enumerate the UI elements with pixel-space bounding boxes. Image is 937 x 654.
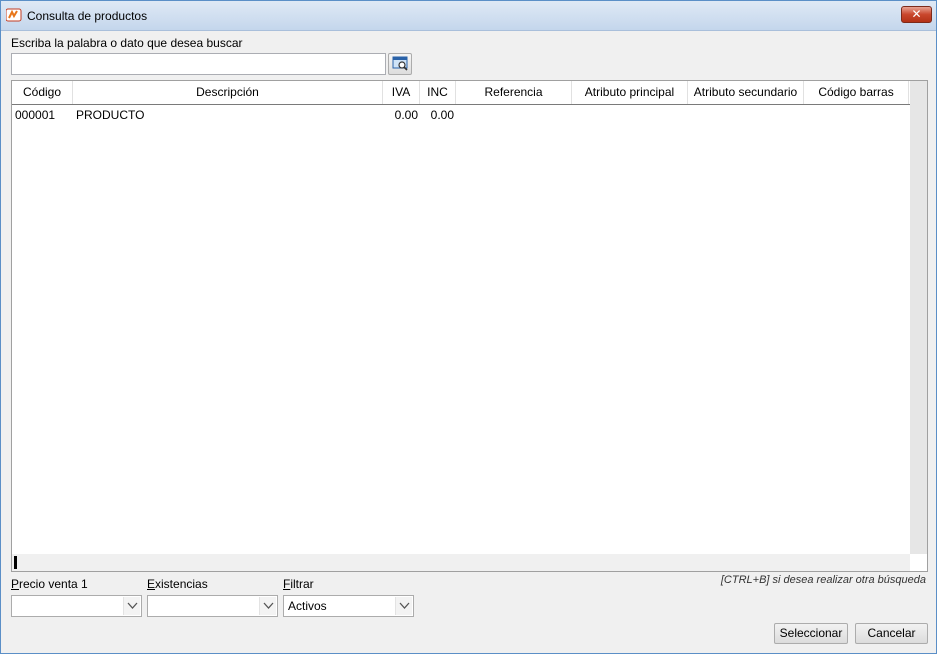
cancel-button[interactable]: Cancelar: [855, 623, 928, 644]
search-shortcut-hint: [CTRL+B] si desea realizar otra búsqueda: [720, 574, 926, 586]
chevron-down-icon[interactable]: [259, 597, 276, 615]
column-header-atributo-principal[interactable]: Atributo principal: [572, 81, 688, 104]
existencias-label: Existencias: [147, 577, 208, 591]
column-header-atributo-secundario[interactable]: Atributo secundario: [688, 81, 804, 104]
table-header: Código Descripción IVA INC Referencia At…: [12, 81, 910, 105]
precio-venta-select[interactable]: [11, 595, 142, 617]
select-button[interactable]: Seleccionar: [774, 623, 848, 644]
search-label: Escriba la palabra o dato que desea busc…: [11, 36, 243, 50]
scrollbar-thumb[interactable]: [14, 556, 17, 569]
cell-iva: 0.00: [394, 108, 418, 122]
existencias-select[interactable]: [147, 595, 278, 617]
filtrar-select[interactable]: Activos: [283, 595, 414, 617]
search-input[interactable]: [11, 53, 386, 75]
column-header-codigo[interactable]: Código: [12, 81, 73, 104]
cell-inc: 0.00: [430, 108, 454, 122]
dialog-window: Consulta de productos ✕ Escriba la palab…: [0, 0, 937, 654]
column-header-codigo-barras[interactable]: Código barras: [804, 81, 909, 104]
horizontal-scrollbar[interactable]: [12, 554, 910, 571]
column-header-referencia[interactable]: Referencia: [456, 81, 572, 104]
window-title: Consulta de productos: [27, 9, 148, 23]
filtrar-label: Filtrar: [283, 577, 314, 591]
cell-descripcion: PRODUCTO: [76, 108, 145, 122]
column-header-inc[interactable]: INC: [420, 81, 456, 104]
vertical-scrollbar[interactable]: [910, 81, 927, 554]
search-button[interactable]: [388, 53, 412, 75]
table-row[interactable]: 000001 PRODUCTO 0.00 0.00: [12, 106, 910, 124]
cell-codigo: 000001: [15, 108, 56, 122]
precio-venta-label: Precio venta 1: [11, 577, 88, 591]
close-icon: ✕: [911, 7, 922, 21]
title-bar[interactable]: Consulta de productos ✕: [1, 1, 936, 31]
column-header-iva[interactable]: IVA: [383, 81, 420, 104]
chevron-down-icon[interactable]: [123, 597, 140, 615]
app-icon: [5, 8, 22, 22]
chevron-down-icon[interactable]: [395, 597, 412, 615]
close-button[interactable]: ✕: [901, 6, 932, 23]
column-header-descripcion[interactable]: Descripción: [73, 81, 383, 104]
filtrar-value: Activos: [288, 599, 327, 613]
products-table[interactable]: Código Descripción IVA INC Referencia At…: [11, 80, 928, 572]
